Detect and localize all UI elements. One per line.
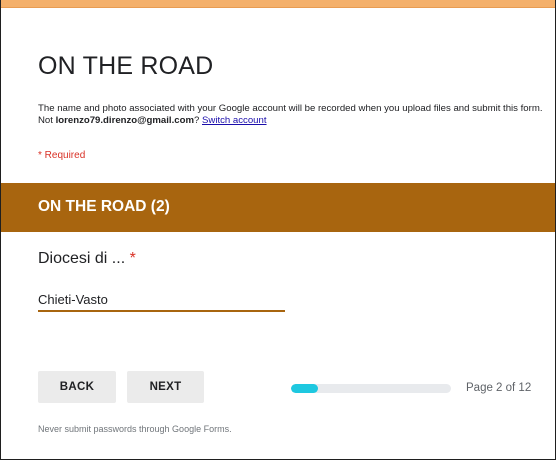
section-header: ON THE ROAD (2) [1,183,555,232]
form-window: ON THE ROAD The name and photo associate… [0,0,556,460]
form-title: ON THE ROAD [38,52,214,80]
question-label: Diocesi di ... * [38,250,136,268]
switch-account-link[interactable]: Switch account [202,115,267,126]
required-indicator: * Required [38,150,86,161]
page-indicator: Page 2 of 12 [466,382,532,394]
next-button[interactable]: NEXT [127,371,204,403]
progress-bar [291,384,451,393]
question-text: Diocesi di ... [38,250,126,267]
account-notice: The name and photo associated with your … [38,103,543,126]
required-asterisk: * [129,250,136,267]
password-warning: Never submit passwords through Google Fo… [38,424,232,434]
diocesi-answer-input[interactable] [38,288,285,312]
theme-top-stripe [1,0,555,8]
section-title: ON THE ROAD (2) [38,198,170,215]
back-button[interactable]: BACK [38,371,116,403]
progress-bar-fill [291,384,319,393]
account-notice-suffix: ? [193,114,202,126]
account-email: lorenzo79.direnzo@gmail.com [55,114,194,126]
